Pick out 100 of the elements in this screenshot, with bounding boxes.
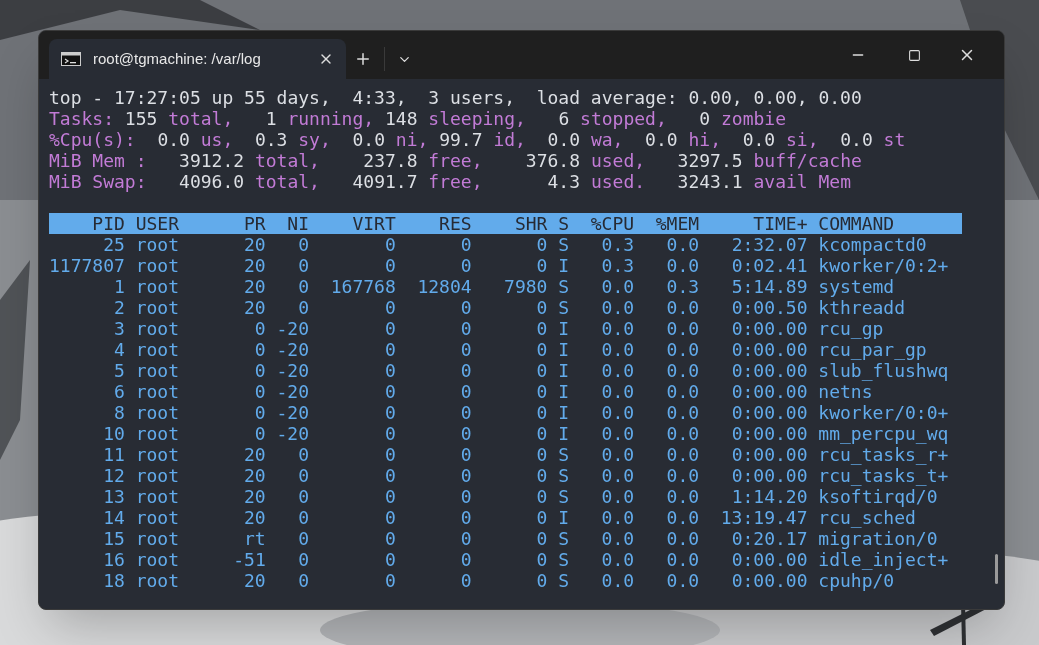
table-cell-text: 0 (383, 465, 396, 486)
table-cell-text: I (557, 423, 570, 444)
table-cell-text: 0.0 (665, 234, 700, 255)
table-cell-text: 0 (297, 465, 310, 486)
table-cell-text: 12804 (416, 276, 472, 297)
table-cell-text: netns (817, 381, 873, 402)
table-cell-text: 0.0 (665, 381, 700, 402)
table-cell-text: 0 (253, 423, 266, 444)
table-cell-text: S (557, 444, 570, 465)
new-tab-icon[interactable] (354, 50, 372, 68)
table-cell-text: 0 (535, 423, 548, 444)
table-cell-text: kworker/0:2+ (817, 255, 949, 276)
table-cell-text: 0.0 (665, 339, 700, 360)
table-cell-text: 0 (535, 360, 548, 381)
table-cell-text: 0.0 (600, 549, 635, 570)
table-cell-text: 16 (102, 549, 125, 570)
table-cell-text: S (557, 549, 570, 570)
table-cell-text: 6 (113, 381, 125, 402)
column-header: %CPU (589, 213, 635, 234)
table-cell-text: 0 (383, 318, 396, 339)
table-cell-text: 0 (535, 381, 548, 402)
table-cell-text: root (134, 255, 181, 276)
table-cell-text: 20 (243, 465, 266, 486)
table-cell-text: 20 (243, 570, 266, 591)
table-cell-text: 0.0 (665, 297, 700, 318)
table-cell-text: 0 (383, 381, 396, 402)
table-cell-text: 0 (297, 486, 310, 507)
table-cell-text: 0.0 (600, 276, 635, 297)
table-cell-text: 0 (383, 360, 396, 381)
table-cell-text: 0 (459, 444, 472, 465)
terminal-icon (61, 52, 81, 66)
maximize-icon[interactable] (908, 48, 921, 62)
table-cell-text: 0.0 (665, 402, 700, 423)
table-cell-text: 0 (383, 402, 396, 423)
table-cell-text: -20 (275, 402, 310, 423)
table-cell-text: I (557, 402, 570, 423)
table-cell-text: 0 (535, 255, 548, 276)
table-cell: -51 (233, 549, 266, 570)
table-cell-text: mm_percpu_wq (817, 423, 949, 444)
table-cell-text: 20 (243, 234, 266, 255)
table-cell-text: kworker/0:0+ (817, 402, 949, 423)
table-cell-text: S (557, 465, 570, 486)
table-cell-text: 18 (102, 570, 125, 591)
table-cell-text: 0.0 (600, 360, 635, 381)
table-cell-text: root (134, 360, 181, 381)
table-cell-text: 8 (113, 402, 125, 423)
table-cell-text: 0:00.00 (730, 381, 808, 402)
column-header: PR (243, 213, 266, 234)
terminal-tab[interactable]: root@tgmachine: /var/log (49, 39, 346, 79)
table-cell-text: 0:00.00 (730, 423, 808, 444)
column-header: S (557, 213, 570, 234)
table-cell-text: I (557, 381, 570, 402)
table-cell-text: 0 (297, 528, 310, 549)
table-cell-text: 0.0 (665, 255, 700, 276)
table-cell-text: 0 (459, 507, 472, 528)
table-cell-text: I (557, 507, 570, 528)
table-cell-text: 7980 (503, 276, 548, 297)
table-cell-text: 0.0 (600, 486, 635, 507)
table-cell-text: 0 (297, 444, 310, 465)
table-cell-text: rcu_tasks_t+ (817, 465, 949, 486)
table-cell-text: 0 (535, 234, 548, 255)
table-cell-text: 0.0 (600, 318, 635, 339)
table-cell-text: root (134, 423, 181, 444)
table-cell-text: 15 (102, 528, 125, 549)
table-cell-text: 1:14.20 (730, 486, 808, 507)
table-cell-text: rcu_gp (817, 318, 884, 339)
table-cell-text: 0 (535, 507, 548, 528)
table-cell-text: 0.0 (665, 507, 700, 528)
table-cell-text: ksoftirqd/0 (817, 486, 938, 507)
table-cell-text: 0.0 (600, 297, 635, 318)
table-cell-text: 2:32.07 (730, 234, 808, 255)
table-cell-text: kcompactd0 (817, 234, 927, 255)
table-cell-text: 0.0 (665, 444, 700, 465)
table-cell-text: 0 (535, 486, 548, 507)
table-cell-text: 0 (535, 528, 548, 549)
table-cell-text: root (134, 549, 181, 570)
tab-title: root@tgmachine: /var/log (93, 48, 262, 69)
table-cell-text: rcu_tasks_r+ (817, 444, 949, 465)
table-cell-text: -20 (275, 360, 310, 381)
table-cell-text: 12 (102, 465, 125, 486)
table-cell-text: 0 (459, 570, 472, 591)
column-header: RES (438, 213, 472, 234)
table-cell-text: 0 (459, 381, 472, 402)
table-cell-text: root (134, 276, 181, 297)
column-header: USER (134, 213, 181, 234)
table-cell-text: 0:00.50 (730, 297, 808, 318)
table-cell-text: 0:00.00 (730, 402, 808, 423)
table-cell-text: 25 (102, 234, 125, 255)
table-cell: 1177807 (49, 255, 125, 276)
table-cell-text: 0 (253, 339, 266, 360)
table-cell-text: 0 (459, 528, 472, 549)
table-cell-text: 0 (297, 297, 310, 318)
table-cell-text: 5 (113, 360, 125, 381)
table-cell-text: slub_flushwq (817, 360, 949, 381)
scrollbar[interactable] (995, 554, 998, 584)
table-cell-text: S (557, 570, 570, 591)
column-header: %MEM (654, 213, 700, 234)
table-cell-text: S (557, 528, 570, 549)
table-cell-text: rt (243, 528, 266, 549)
table-cell-text: 0 (459, 465, 472, 486)
